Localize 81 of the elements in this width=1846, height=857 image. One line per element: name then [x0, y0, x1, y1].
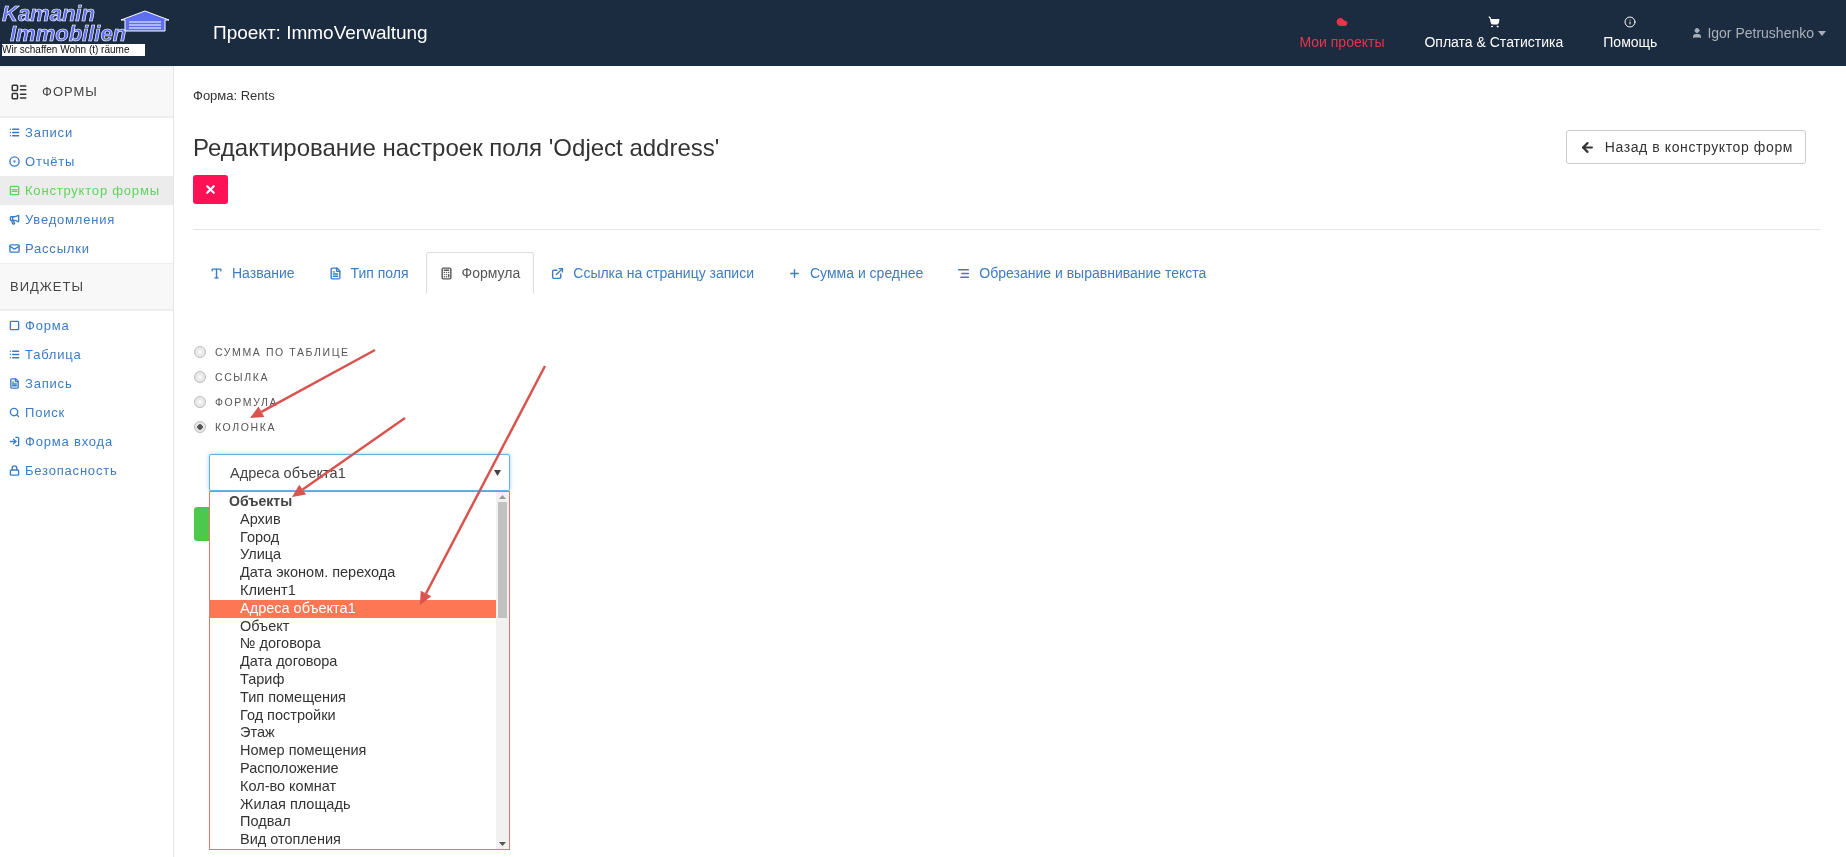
dropdown-option[interactable]: Вид отопления [210, 831, 496, 849]
radio-button[interactable] [194, 370, 206, 383]
section-title: ВИДЖЕТЫ [10, 279, 84, 294]
sidebar-icon [9, 465, 20, 476]
sidebar-item[interactable]: Безопасность [0, 456, 173, 485]
nav-icon [1335, 16, 1348, 28]
radio-label: КОЛОНКА [215, 420, 276, 433]
scroll-down-icon[interactable] [499, 839, 506, 849]
close-icon [204, 183, 217, 196]
user-icon [1691, 27, 1704, 39]
dropdown-option[interactable]: № договора [210, 635, 496, 654]
dropdown-option[interactable]: Архив [210, 510, 496, 529]
sidebar-icon [9, 156, 20, 167]
radio-label: ССЫЛКА [215, 370, 270, 383]
logo-tagline: Wir schaffen Wohn (t) räume [2, 44, 145, 56]
sidebar-icon [9, 185, 20, 196]
dropdown-option[interactable]: Клиент1 [210, 582, 496, 600]
user-menu[interactable]: Igor Petrushenko [1677, 25, 1846, 41]
dropdown-option[interactable]: Тип помещения [210, 688, 496, 707]
tab-icon [328, 266, 342, 280]
radio-button[interactable] [194, 395, 206, 408]
option-group-label: Объекты [228, 493, 294, 511]
sidebar-item[interactable]: Форма [0, 311, 173, 340]
radio-button[interactable] [194, 420, 206, 433]
dropdown-option[interactable]: Расположение [210, 759, 496, 778]
dropdown-option[interactable]: Этаж [210, 724, 496, 743]
caret-icon [1818, 30, 1826, 36]
scroll-up-icon[interactable] [499, 492, 506, 502]
dropdown-option[interactable]: Дата договора [210, 653, 496, 671]
form-list-icon [10, 82, 28, 101]
tab-icon [439, 266, 453, 280]
tab[interactable]: Формула [425, 252, 535, 294]
scrollbar-thumb[interactable] [498, 502, 507, 618]
sidebar-item[interactable]: Запись [0, 369, 173, 398]
sidebar-icon [9, 243, 20, 254]
dropdown-option[interactable]: Кол-во комнат [210, 777, 496, 796]
dropdown-option[interactable]: Город [210, 528, 496, 547]
delete-button[interactable] [193, 175, 228, 204]
sidebar-item[interactable]: Поиск [0, 398, 173, 427]
sidebar-icon [9, 407, 20, 418]
nav-link[interactable]: Мои проекты [1279, 16, 1405, 50]
logo-text: Kamanin [2, 4, 95, 24]
dropdown-option[interactable]: Жилая площадь [210, 795, 496, 814]
sidebar-item[interactable]: Отчёты [0, 147, 173, 176]
back-button[interactable]: Назад в конструктор форм [1565, 130, 1806, 164]
nav-link[interactable]: Помощь [1583, 16, 1678, 50]
sidebar-icon [9, 214, 20, 225]
sidebar-icon [9, 349, 20, 360]
sidebar-item[interactable]: Рассылки [0, 234, 173, 263]
sidebar-item[interactable]: Записи [0, 118, 173, 147]
tab-icon [210, 266, 223, 280]
dropdown-option[interactable]: Объект [210, 617, 496, 636]
sidebar-item[interactable]: Форма входа [0, 427, 173, 456]
logo-text: Immobilien [10, 24, 127, 44]
dropdown-option[interactable]: Тариф [210, 670, 496, 689]
dropdown-option[interactable]: Улица [210, 546, 496, 565]
project-title: Проект: ImmoVerwaltung [213, 22, 428, 44]
dropdown-option[interactable]: Год постройки [210, 706, 496, 725]
sidebar-icon [9, 436, 20, 447]
tab-icon [551, 266, 565, 280]
nav-icon [1624, 16, 1637, 28]
tab-icon [788, 266, 801, 280]
radio-label: СУММА ПО ТАБЛИЦЕ [215, 345, 350, 358]
sidebar-icon [9, 127, 20, 138]
dropdown-option[interactable]: Подвал [210, 813, 496, 832]
sidebar-icon [9, 378, 20, 389]
section-title: ФОРМЫ [42, 84, 98, 99]
scrollbar[interactable] [496, 492, 509, 849]
radio-label: ФОРМУЛА [215, 395, 279, 408]
caret-icon [494, 469, 501, 476]
dropdown-option[interactable]: Дата эконом. перехода [210, 564, 496, 582]
nav-link[interactable]: Оплата & Статистика [1404, 16, 1584, 50]
sidebar-item[interactable]: Таблица [0, 340, 173, 369]
sidebar-item[interactable]: Уведомления [0, 205, 173, 234]
breadcrumb: Форма: Rents [193, 87, 276, 105]
nav-icon [1487, 16, 1500, 28]
dropdown-option[interactable]: Номер помещения [210, 742, 496, 760]
page-heading: Редактирование настроек поля 'Odject address' [193, 133, 720, 163]
sidebar-icon [9, 320, 20, 331]
tab-icon [957, 266, 971, 280]
radio-button[interactable] [194, 345, 206, 358]
